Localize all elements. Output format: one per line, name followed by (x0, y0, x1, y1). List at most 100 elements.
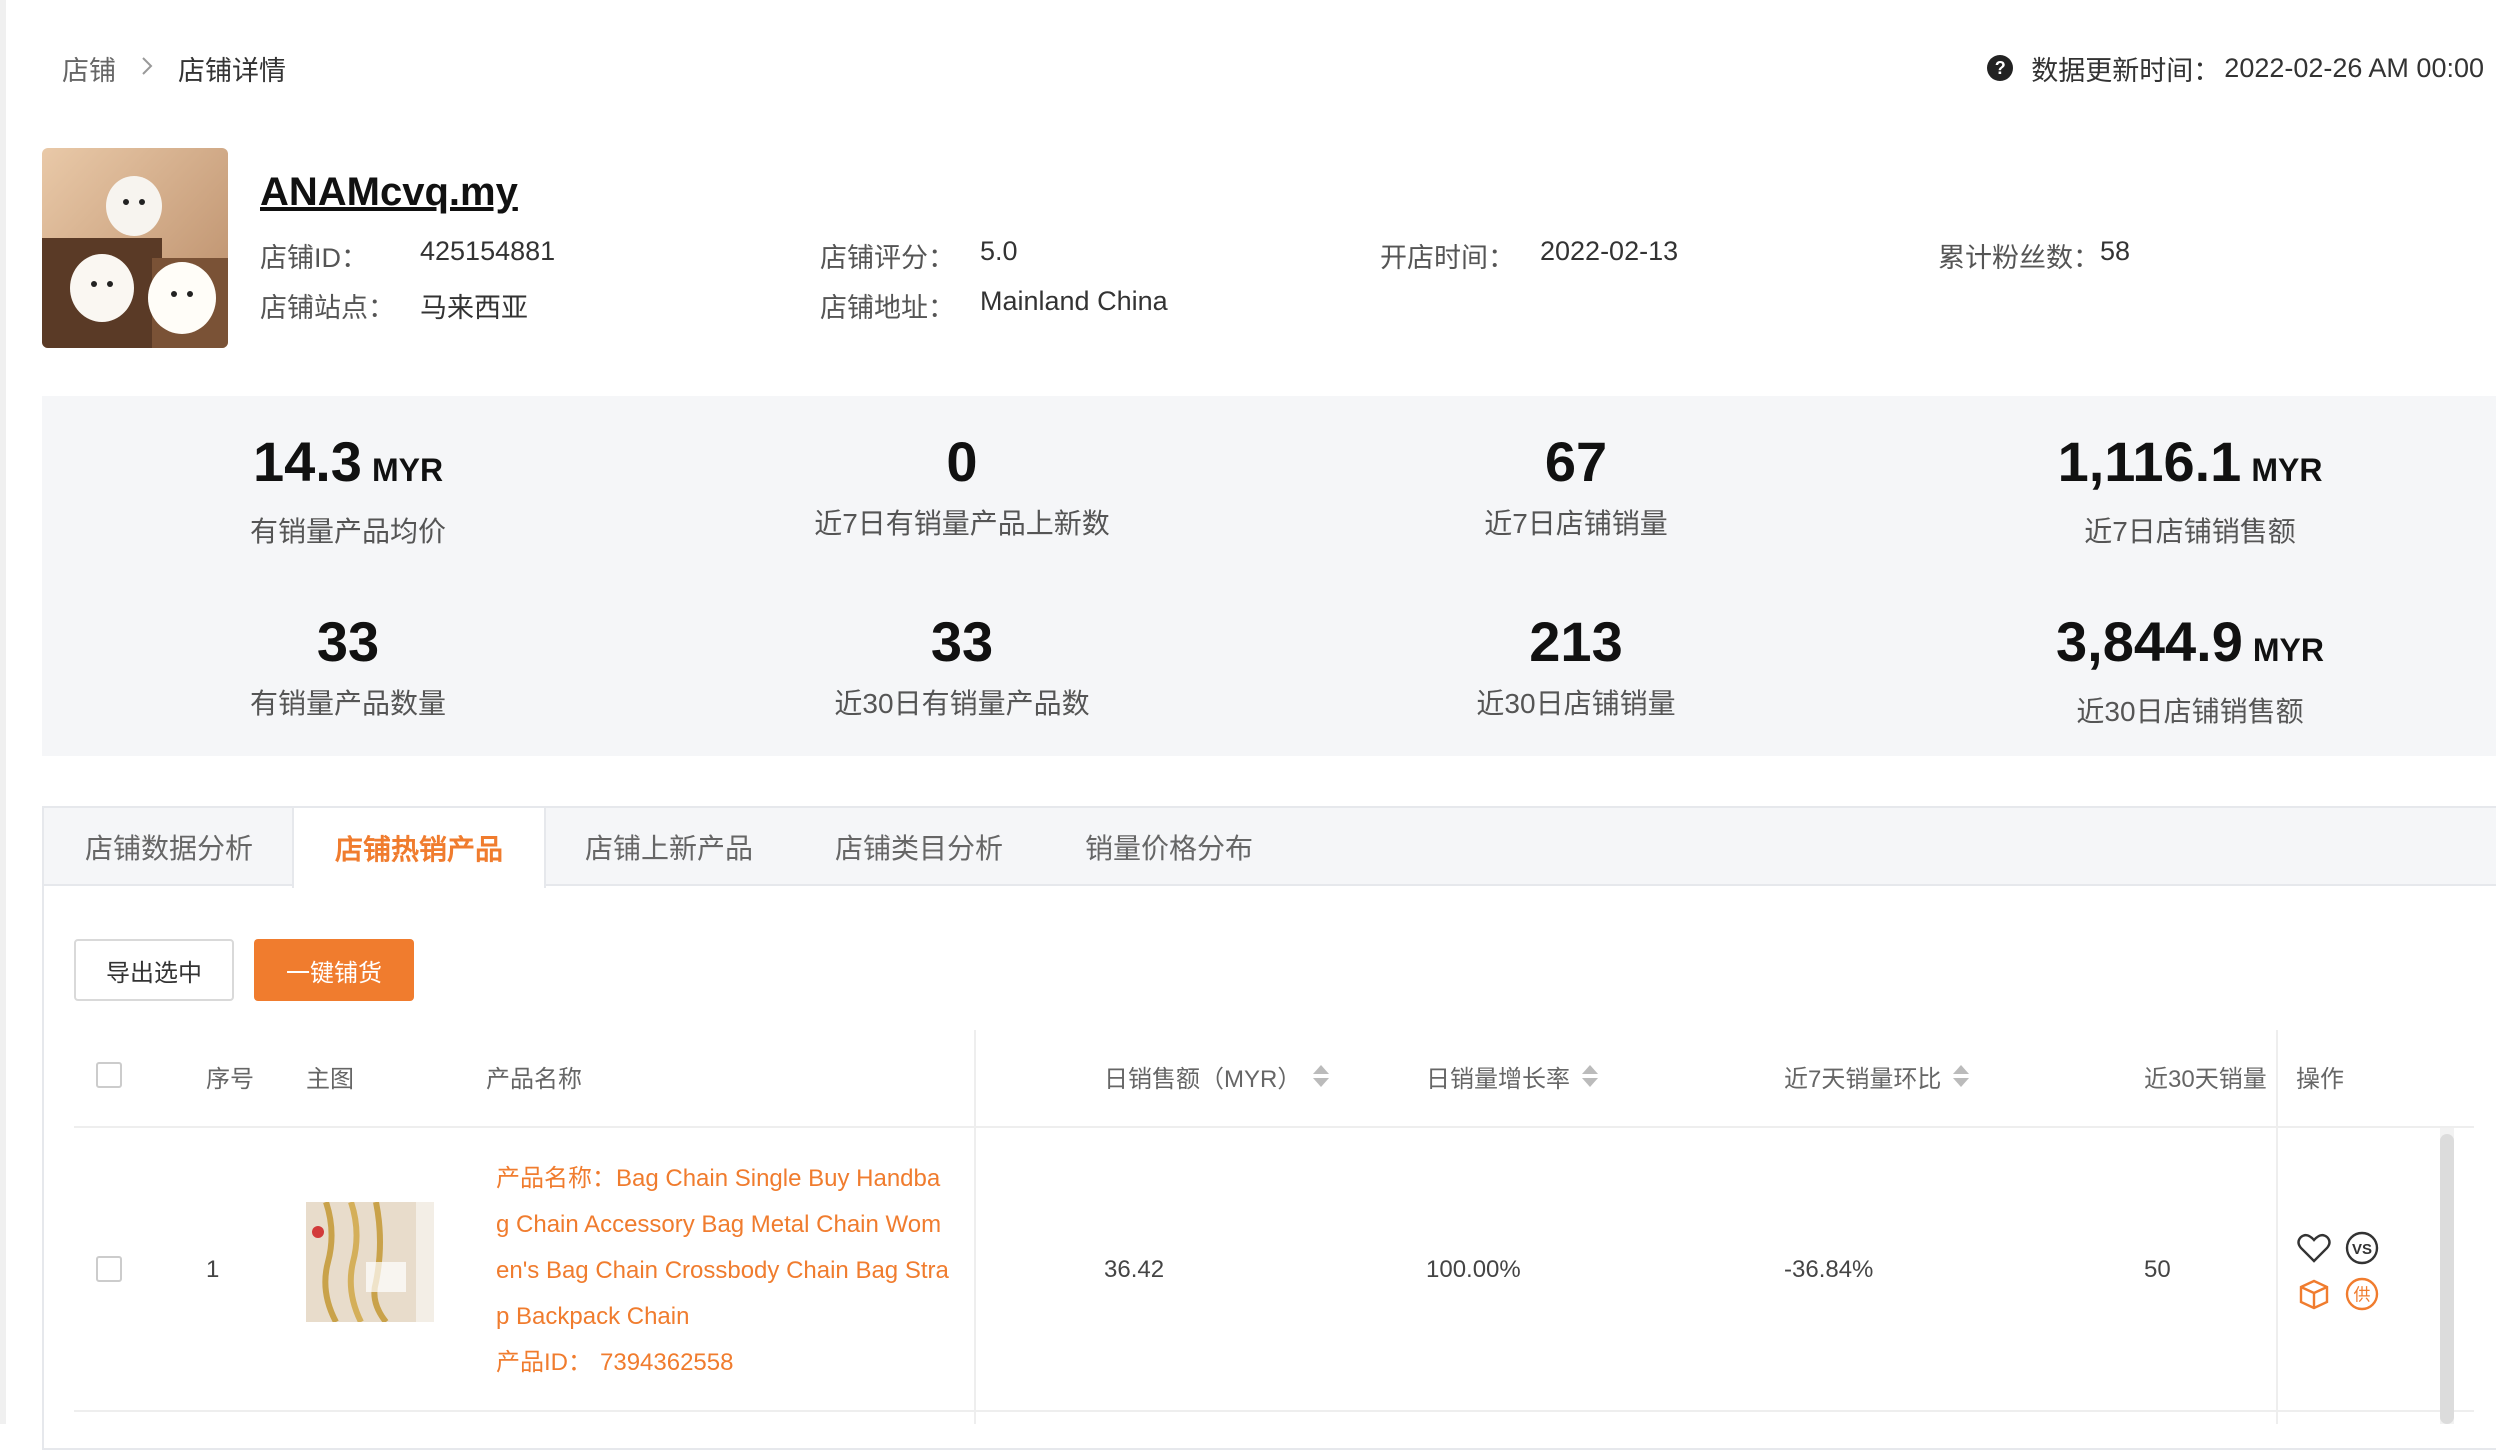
stat-card: 3,844.9 MYR 近30日店铺销售额 (1940, 610, 2440, 730)
header-growth-label: 日销量增长率 (1426, 1065, 1570, 1093)
update-label: 数据更新时间： (2031, 55, 2221, 86)
stat-value: 33 (930, 610, 994, 673)
stat-label: 近30日店铺销量 (1476, 688, 1676, 719)
store-id-row: 店铺ID： 425154881 (260, 236, 555, 275)
stat-label: 近30日店铺销售额 (2076, 696, 2304, 727)
header-growth[interactable]: 日销量增长率 (1426, 1056, 1598, 1096)
product-name[interactable]: 产品名称：Bag Chain Single Buy Handbag Chain … (496, 1156, 952, 1386)
tab-category-analysis[interactable]: 店铺类目分析 (794, 808, 1044, 886)
breadcrumb-separator-icon (140, 53, 154, 84)
product-name-label: 产品名称： (496, 1165, 616, 1192)
store-fans-label: 累计粉丝数： (1938, 243, 2100, 273)
store-site: 马来西亚 (420, 293, 528, 323)
select-all-checkbox[interactable] (96, 1062, 122, 1088)
row-checkbox[interactable] (96, 1256, 122, 1282)
supply-icon[interactable]: 供 (2344, 1276, 2380, 1312)
svg-text:供: 供 (2354, 1286, 2371, 1306)
product-thumbnail[interactable] (306, 1202, 434, 1322)
breadcrumb-current: 店铺详情 (178, 55, 286, 86)
row-sales30: 50 (2144, 1256, 2171, 1283)
one-click-list-button[interactable]: 一键铺货 (254, 939, 414, 1001)
store-fans-row: 累计粉丝数： 58 (1938, 236, 2130, 275)
stat-card: 33 有销量产品数量 (98, 610, 598, 722)
store-open-date: 2022-02-13 (1540, 236, 1679, 266)
header-daily-sales-label: 日销售额（MYR） (1104, 1065, 1302, 1093)
row-index: 1 (206, 1256, 220, 1283)
fixed-column-divider (974, 1030, 976, 1424)
product-id[interactable]: 7394362558 (600, 1349, 733, 1376)
stat-card: 213 近30日店铺销量 (1326, 610, 1826, 722)
stat-value: 67 (1544, 430, 1608, 493)
stat-value: 1,116.1 (2057, 430, 2242, 493)
header-ratio7[interactable]: 近7天销量环比 (1784, 1056, 1970, 1096)
stat-card: 1,116.1 MYR 近7日店铺销售额 (1940, 430, 2440, 550)
table-scrollbar-thumb[interactable] (2440, 1134, 2454, 1424)
export-selected-button[interactable]: 导出选中 (74, 939, 234, 1001)
stat-label: 近30日有销量产品数 (834, 688, 1090, 719)
breadcrumb-root[interactable]: 店铺 (62, 49, 116, 88)
header-sales30: 近30天销量 (2144, 1065, 2267, 1093)
store-open-row: 开店时间： 2022-02-13 (1380, 236, 1678, 275)
stat-value: 14.3 (252, 430, 362, 493)
heart-icon[interactable] (2296, 1230, 2332, 1266)
header-image: 主图 (306, 1065, 354, 1093)
store-site-label: 店铺站点： (260, 293, 395, 323)
sort-icon[interactable] (1953, 1064, 1970, 1088)
header-name: 产品名称 (486, 1065, 582, 1093)
row-ratio7: -36.84% (1784, 1256, 1874, 1283)
table-row-divider (74, 1410, 2474, 1412)
stat-card: 67 近7日店铺销量 (1326, 430, 1826, 542)
breadcrumb: 店铺 店铺详情 (62, 48, 286, 88)
tab-store-data-analysis[interactable]: 店铺数据分析 (44, 808, 294, 886)
stat-value: 33 (316, 610, 380, 673)
tab-bar: 店铺数据分析 店铺热销产品 店铺上新产品 店铺类目分析 销量价格分布 (44, 808, 2496, 888)
product-id-label: 产品ID： (496, 1349, 592, 1376)
vs-icon[interactable]: VS (2344, 1230, 2380, 1266)
tab-price-distribution[interactable]: 销量价格分布 (1044, 808, 1294, 886)
store-id-label: 店铺ID： (260, 243, 368, 273)
sort-icon[interactable] (1582, 1064, 1598, 1088)
stat-unit: MYR (2251, 452, 2323, 488)
table-header-divider (74, 1126, 2474, 1128)
store-address: Mainland China (980, 286, 1168, 316)
stat-label: 近7日店铺销量 (1484, 508, 1668, 539)
tabs-panel: 店铺数据分析 店铺热销产品 店铺上新产品 店铺类目分析 销量价格分布 (42, 806, 2496, 1450)
stats-panel: 14.3 MYR 有销量产品均价 0 近7日有销量产品上新数 67 近7日店铺销量… (42, 396, 2496, 756)
row-daily-sales: 36.42 (1104, 1256, 1165, 1283)
stat-unit: MYR (2252, 632, 2324, 668)
stat-label: 有销量产品均价 (249, 516, 446, 547)
store-rating: 5.0 (980, 236, 1018, 266)
fixed-column-divider (2276, 1030, 2278, 1424)
tab-new-products[interactable]: 店铺上新产品 (544, 808, 794, 886)
header-ratio7-label: 近7天销量环比 (1784, 1065, 1942, 1093)
store-address-row: 店铺地址： Mainland China (820, 286, 1168, 325)
header-daily-sales[interactable]: 日销售额（MYR） (1104, 1056, 1330, 1096)
store-open-label: 开店时间： (1380, 243, 1515, 273)
stat-label: 近7日店铺销售额 (2084, 516, 2296, 547)
stat-card: 14.3 MYR 有销量产品均价 (98, 430, 598, 550)
stat-card: 33 近30日有销量产品数 (712, 610, 1212, 722)
data-update-time: ? 数据更新时间： 2022-02-26 AM 00:00 (1987, 48, 2484, 88)
stat-label: 近7日有销量产品上新数 (814, 508, 1110, 539)
store-address-label: 店铺地址： (820, 293, 955, 323)
question-circle-icon[interactable]: ? (1987, 55, 2014, 81)
store-rating-row: 店铺评分： 5.0 (820, 236, 1018, 275)
header-ops: 操作 (2296, 1065, 2344, 1093)
stat-label: 有销量产品数量 (249, 688, 446, 719)
update-value: 2022-02-26 AM 00:00 (2224, 52, 2484, 83)
package-icon[interactable] (2296, 1276, 2332, 1312)
tab-hot-products[interactable]: 店铺热销产品 (292, 808, 546, 888)
stat-card: 0 近7日有销量产品上新数 (712, 430, 1212, 542)
store-name[interactable]: ANAMcvq.my (260, 170, 518, 215)
left-edge (0, 0, 6, 1424)
stat-unit: MYR (371, 452, 444, 488)
header-index: 序号 (206, 1065, 254, 1093)
store-id: 425154881 (420, 236, 556, 266)
store-avatar (42, 148, 228, 348)
row-growth: 100.00% (1426, 1256, 1521, 1283)
store-site-row: 店铺站点： 马来西亚 (260, 286, 528, 325)
stat-value: 213 (1529, 610, 1623, 673)
sort-icon[interactable] (1313, 1064, 1330, 1088)
svg-text:VS: VS (2352, 1241, 2372, 1258)
stat-value: 3,844.9 (2056, 610, 2243, 673)
